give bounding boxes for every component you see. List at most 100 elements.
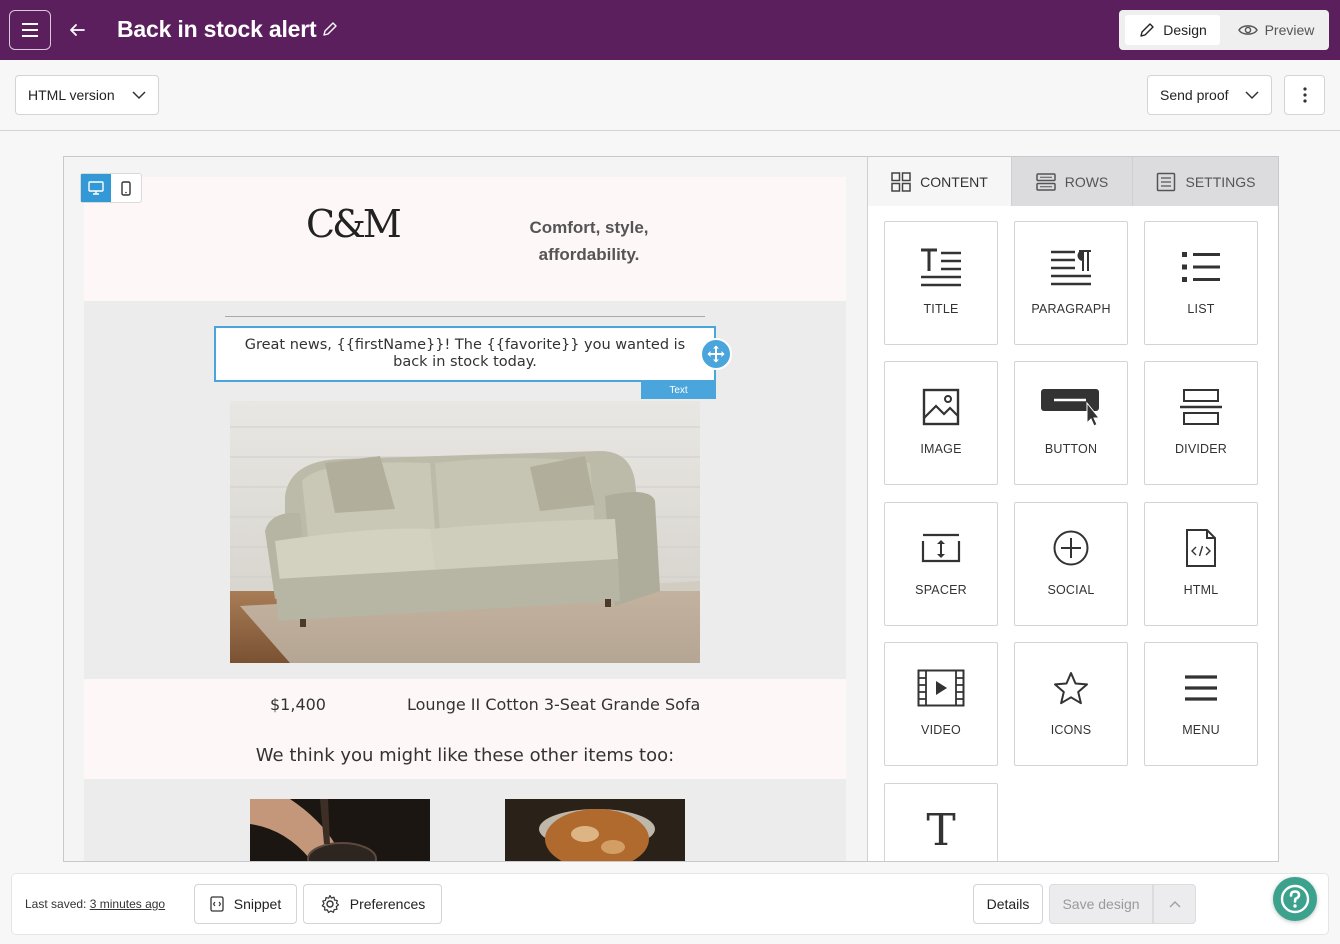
block-spacer-label: SPACER: [915, 583, 967, 597]
block-divider[interactable]: DIVIDER: [1144, 361, 1258, 485]
block-divider-label: DIVIDER: [1174, 442, 1228, 456]
preview-mode-button[interactable]: Preview: [1227, 15, 1325, 45]
main-menu-button[interactable]: [9, 10, 51, 50]
list-icon: [1182, 252, 1220, 282]
block-paragraph[interactable]: PARAGRAPH: [1014, 221, 1128, 345]
tab-rows-label: ROWS: [1064, 173, 1109, 190]
block-spacer[interactable]: SPACER: [884, 502, 998, 626]
pencil-icon: [323, 22, 337, 36]
block-text[interactable]: T: [884, 783, 998, 861]
design-mode-button[interactable]: Design: [1125, 15, 1220, 45]
product-price: $1,400: [270, 695, 326, 714]
desktop-view-button[interactable]: [81, 174, 111, 202]
recommendation-image-2[interactable]: [505, 799, 685, 861]
back-button[interactable]: [64, 17, 90, 43]
pencil-icon: [1140, 23, 1154, 37]
tab-settings[interactable]: SETTINGS: [1133, 157, 1278, 206]
sofa-photo: [230, 401, 700, 663]
desktop-icon: [88, 181, 104, 195]
help-button[interactable]: [1273, 877, 1317, 921]
move-arrows-icon: [707, 345, 725, 363]
last-saved-time[interactable]: 3 minutes ago: [90, 897, 165, 911]
block-paragraph-label: PARAGRAPH: [1031, 302, 1111, 316]
hero-row[interactable]: Great news, {{firstName}}! The {{favorit…: [84, 301, 846, 679]
tagline-line-1: Comfort, style,: [529, 218, 649, 237]
selected-text-block[interactable]: Great news, {{firstName}}! The {{favorit…: [214, 326, 716, 382]
chevron-down-icon: [132, 90, 146, 99]
snippet-button[interactable]: Snippet: [194, 884, 297, 924]
snippet-label: Snippet: [233, 896, 282, 912]
block-button[interactable]: BUTTON: [1014, 361, 1128, 485]
coffee-pour-photo: [250, 799, 430, 861]
save-design-label: Save design: [1062, 896, 1140, 912]
gear-icon: [321, 894, 339, 914]
button-icon: [1041, 389, 1101, 427]
product-info-row[interactable]: $1,400 Lounge II Cotton 3-Seat Grande So…: [84, 679, 846, 779]
arrow-left-icon: [70, 24, 85, 36]
tab-content-label: CONTENT: [920, 173, 988, 190]
social-icon: [1053, 530, 1089, 566]
send-proof-button[interactable]: Send proof: [1147, 75, 1272, 115]
email-editor: C&M Comfort, style, affordability. Great…: [63, 156, 1279, 862]
question-mark-icon: [1280, 884, 1310, 914]
preferences-button[interactable]: Preferences: [303, 884, 442, 924]
svg-text:T: T: [926, 809, 955, 849]
recommendations-heading: We think you might like these other item…: [255, 745, 675, 766]
block-menu[interactable]: MENU: [1144, 642, 1258, 766]
version-select[interactable]: HTML version: [15, 75, 159, 115]
save-design-button[interactable]: Save design: [1049, 884, 1153, 924]
image-icon: [922, 388, 960, 426]
details-button[interactable]: Details: [973, 884, 1043, 924]
design-mode-label: Design: [1163, 22, 1207, 38]
details-label: Details: [986, 896, 1030, 912]
divider: [225, 316, 705, 317]
product-image[interactable]: [230, 401, 700, 663]
preview-mode-label: Preview: [1264, 22, 1315, 38]
block-list-label: LIST: [1187, 302, 1215, 316]
preferences-label: Preferences: [349, 896, 426, 912]
paragraph-icon: [1051, 250, 1091, 286]
kebab-icon: [1302, 87, 1307, 103]
title-icon: [921, 248, 961, 287]
block-icons[interactable]: ICONS: [1014, 642, 1128, 766]
block-icons-label: ICONS: [1050, 723, 1092, 737]
recommendations-row[interactable]: [84, 779, 846, 861]
tab-content[interactable]: CONTENT: [868, 157, 1012, 206]
spacer-icon: [921, 533, 961, 563]
more-options-button[interactable]: [1284, 75, 1325, 115]
editor-toolbar: HTML version Send proof: [0, 60, 1340, 131]
save-options-button[interactable]: [1153, 884, 1196, 924]
email-canvas[interactable]: C&M Comfort, style, affordability. Great…: [64, 157, 867, 861]
move-handle[interactable]: [700, 338, 732, 370]
block-button-label: BUTTON: [1044, 442, 1098, 456]
grid-icon: [891, 171, 911, 192]
text-icon: T: [926, 809, 955, 849]
eye-icon: [1237, 25, 1258, 35]
iced-coffee-photo: [505, 799, 685, 861]
edit-title-button[interactable]: [321, 20, 339, 38]
recommendation-image-1[interactable]: [250, 799, 430, 861]
brand-tagline: Comfort, style, affordability.: [499, 214, 679, 268]
mobile-view-button[interactable]: [111, 174, 141, 202]
block-video[interactable]: VIDEO: [884, 642, 998, 766]
block-title[interactable]: TITLE: [884, 221, 998, 345]
snippet-icon: [210, 896, 224, 912]
block-image[interactable]: IMAGE: [884, 361, 998, 485]
block-html[interactable]: HTML: [1144, 502, 1258, 626]
block-social[interactable]: SOCIAL: [1014, 502, 1128, 626]
hamburger-icon: [22, 23, 38, 37]
video-icon: [917, 669, 965, 707]
rows-icon: [1035, 172, 1056, 191]
block-menu-label: MENU: [1182, 723, 1220, 737]
block-type-tag: Text: [641, 381, 716, 399]
block-list[interactable]: LIST: [1144, 221, 1258, 345]
email-preview: C&M Comfort, style, affordability. Great…: [84, 177, 846, 861]
tab-rows[interactable]: ROWS: [1012, 157, 1133, 206]
email-header-row[interactable]: C&M Comfort, style, affordability.: [84, 177, 846, 301]
version-select-value: HTML version: [28, 87, 115, 103]
star-icon: [1054, 672, 1088, 705]
brand-logo: C&M: [306, 202, 402, 246]
last-saved-label: Last saved:: [25, 897, 87, 911]
product-name: Lounge II Cotton 3-Seat Grande Sofa: [407, 695, 701, 714]
device-switch: [80, 173, 142, 203]
